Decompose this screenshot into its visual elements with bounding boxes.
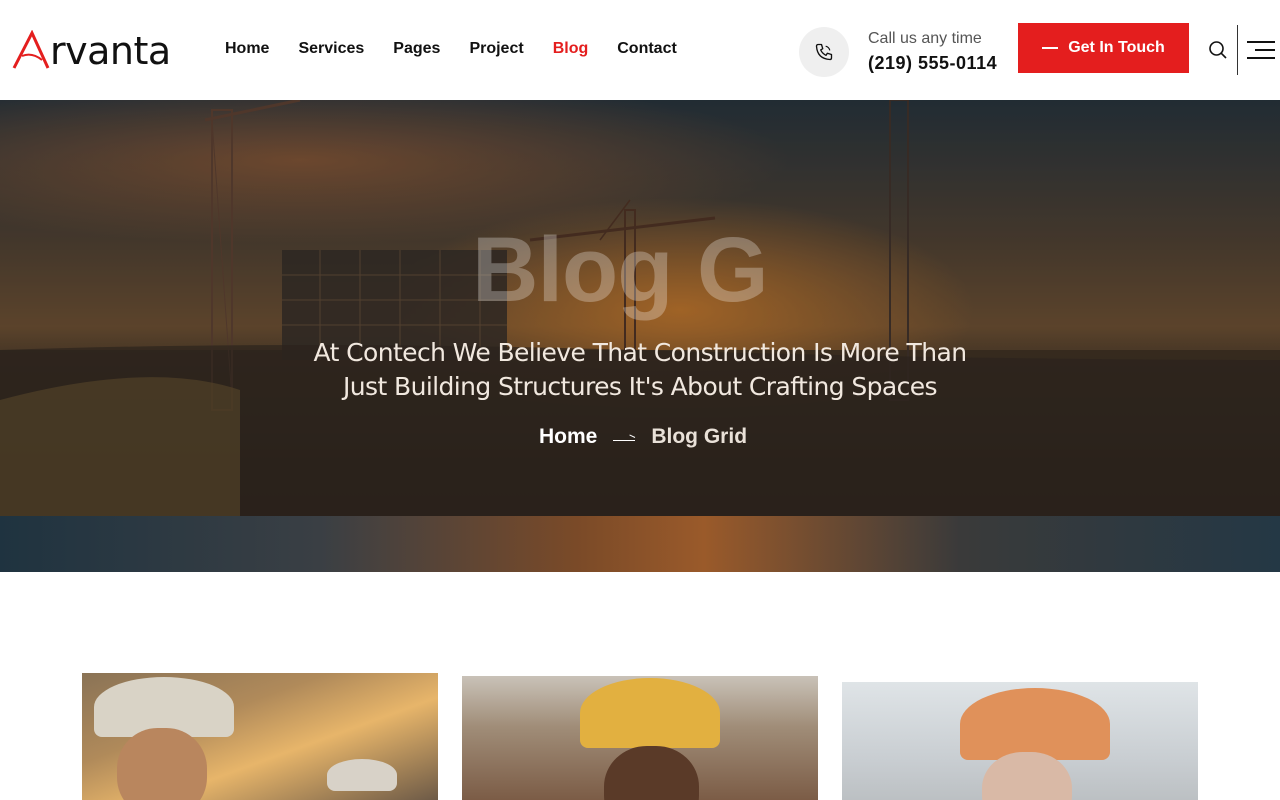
header-divider	[1237, 25, 1238, 75]
helmet-shape	[580, 678, 720, 748]
breadcrumb-current: Blog Grid	[651, 425, 748, 448]
face-shape	[604, 746, 699, 800]
site-logo[interactable]: rvanta	[12, 30, 171, 70]
breadcrumb: Home Blog Grid	[539, 425, 747, 449]
blog-card-image-1[interactable]	[82, 673, 438, 800]
breadcrumb-home-link[interactable]: Home	[539, 425, 597, 449]
call-label: Call us any time	[868, 30, 982, 47]
arrow-right-icon	[613, 439, 636, 441]
nav-item-contact[interactable]: Contact	[617, 38, 677, 60]
logo-mark-icon	[12, 30, 50, 70]
nav-item-blog[interactable]: Blog	[553, 38, 589, 60]
helmet-shape	[960, 688, 1110, 760]
face-shape	[117, 728, 207, 800]
nav-item-services[interactable]: Services	[298, 38, 364, 60]
hero-subtitle: At Contech We Believe That Construction …	[313, 338, 968, 401]
dash-icon	[1042, 47, 1059, 49]
nav-item-pages[interactable]: Pages	[393, 38, 440, 60]
get-in-touch-button[interactable]: Get In Touch	[1018, 23, 1189, 73]
hero-watermark-title: Blog G	[472, 219, 769, 321]
main-nav: Home Services Pages Project Blog Contact	[225, 38, 706, 60]
get-in-touch-label: Get In Touch	[1068, 39, 1165, 56]
phone-icon[interactable]	[799, 27, 849, 77]
page-hero: Blog G At Contech We Believe That Constr…	[0, 100, 1280, 572]
logo-text: rvanta	[50, 29, 171, 73]
nav-item-home[interactable]: Home	[225, 38, 269, 60]
phone-number[interactable]: (219) 555-0114	[868, 53, 997, 74]
helmet-shape	[327, 759, 397, 791]
site-header: rvanta Home Services Pages Project Blog …	[0, 0, 1280, 100]
hero-bottom-strip	[0, 516, 1280, 572]
blog-card-image-2[interactable]	[462, 676, 818, 800]
nav-item-project[interactable]: Project	[469, 38, 523, 60]
blog-card-image-3[interactable]	[842, 682, 1198, 800]
hamburger-menu-icon[interactable]	[1247, 38, 1275, 62]
search-icon[interactable]	[1205, 37, 1231, 63]
